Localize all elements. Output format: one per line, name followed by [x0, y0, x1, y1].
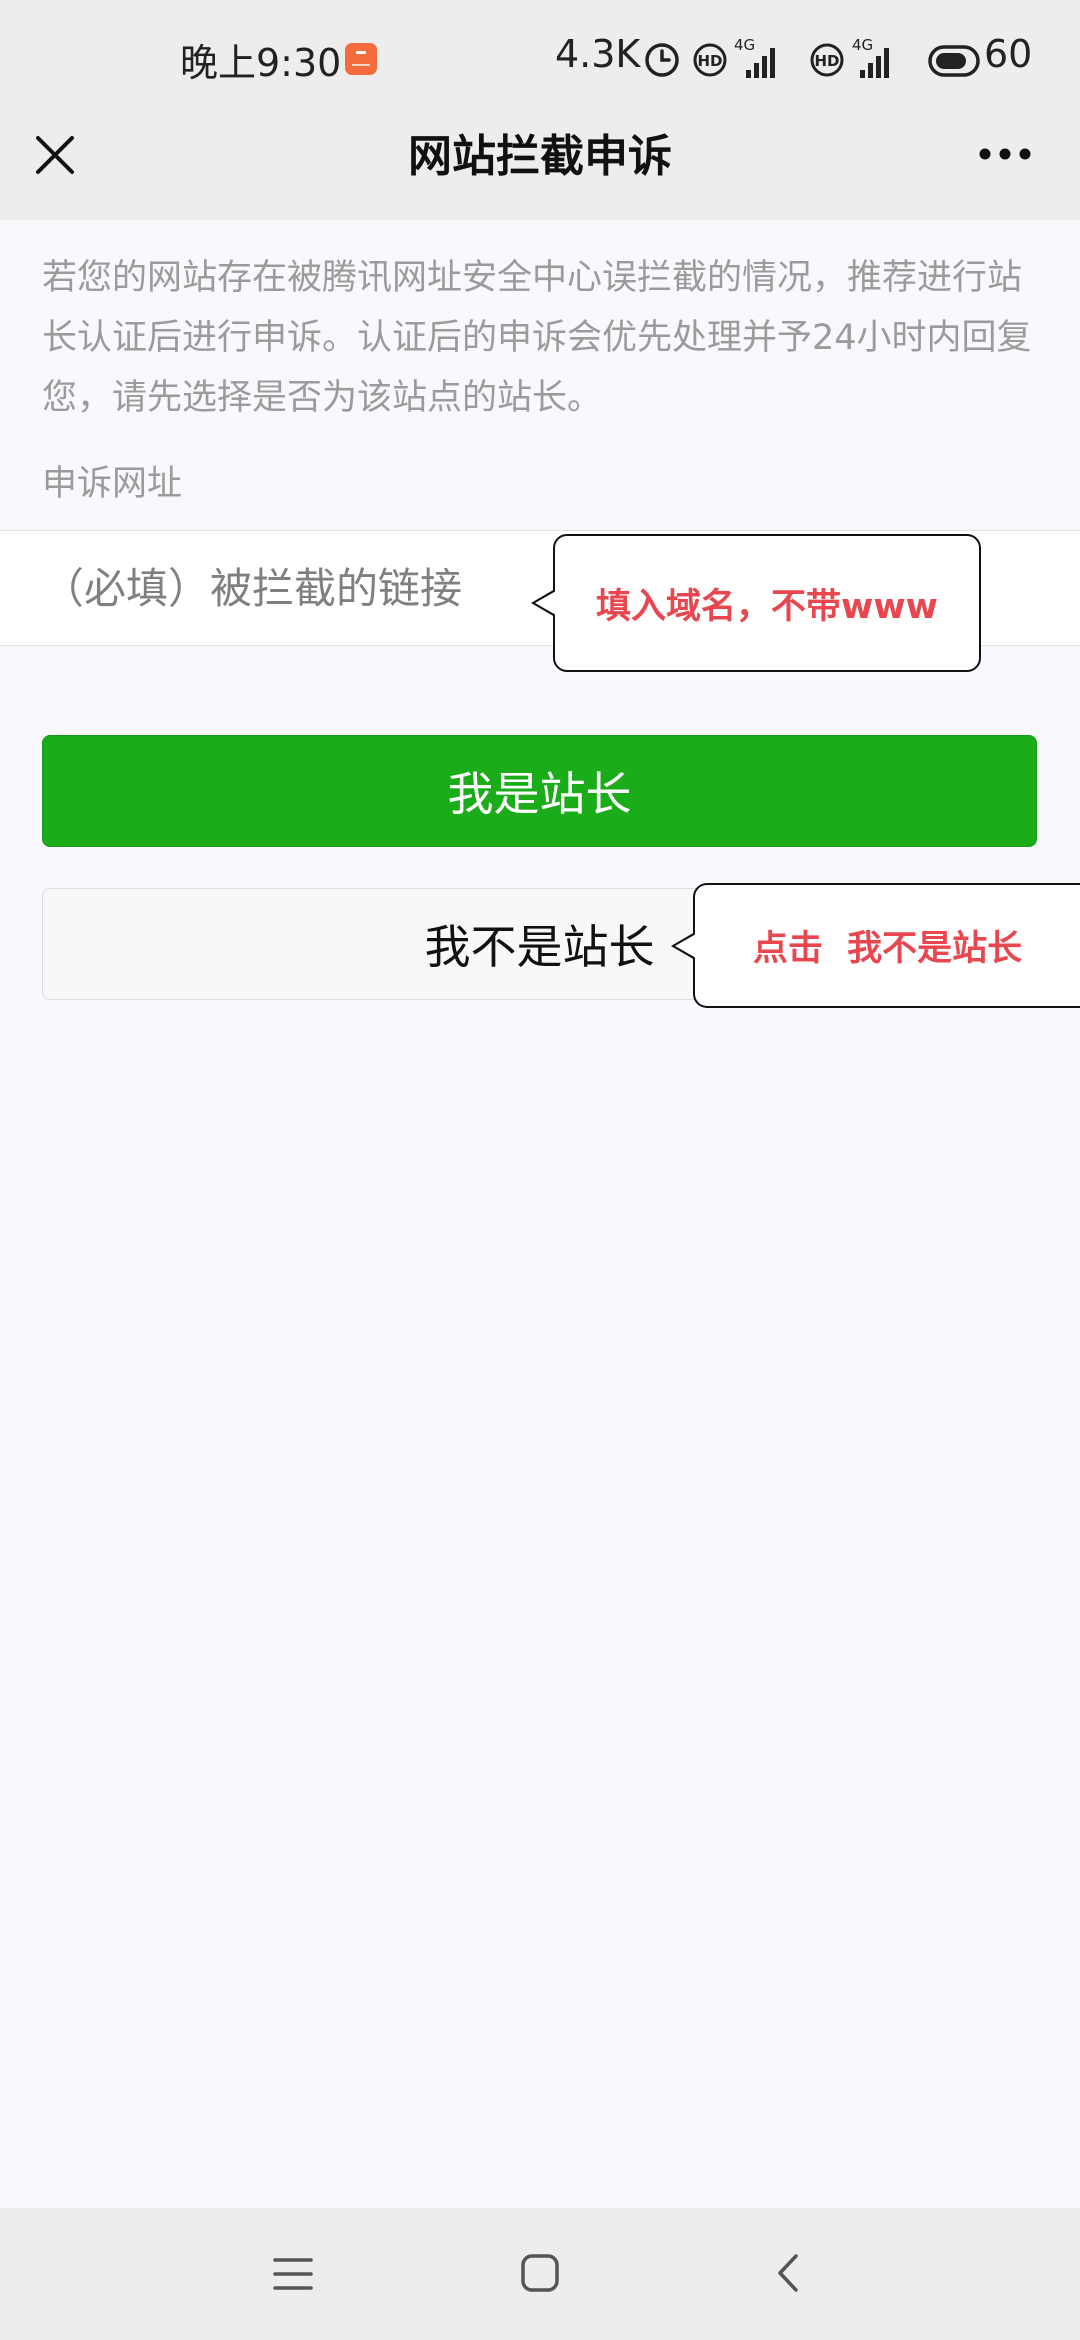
status-icons: HD 4G HD 4G: [645, 38, 980, 78]
hd-icon: HD: [810, 43, 844, 77]
domain-hint-callout: 填入域名，不带www: [531, 534, 981, 672]
back-icon[interactable]: [774, 2252, 804, 2294]
app-notification-icon: [345, 43, 377, 75]
signal-label: 4G: [852, 38, 873, 54]
battery-level: 60: [984, 32, 1033, 76]
alarm-icon: [645, 43, 679, 77]
signal-icon: 4G: [734, 38, 775, 78]
click-hint-callout: 点击 我不是站长: [671, 883, 1080, 1008]
signal-label: 4G: [734, 38, 755, 54]
svg-text:HD: HD: [697, 52, 722, 70]
click-hint-text: 点击 我不是站长: [752, 929, 1023, 969]
intro-text: 若您的网站存在被腾讯网址安全中心误拦截的情况，推荐进行站长认证后进行申诉。认证后…: [42, 258, 1032, 418]
blocked-url-input[interactable]: [42, 553, 542, 623]
svg-text:HD: HD: [814, 52, 839, 70]
hd-icon: HD: [693, 43, 727, 77]
i-am-webmaster-button[interactable]: 我是站长: [42, 735, 1037, 847]
network-speed: 4.3K: [555, 32, 641, 76]
menu-icon[interactable]: [272, 2254, 314, 2294]
not-webmaster-label: 我不是站长: [424, 920, 655, 974]
appeal-url-label: 申诉网址: [42, 464, 183, 504]
more-icon[interactable]: [978, 146, 1032, 162]
signal-icon: 4G: [852, 38, 889, 78]
status-time: 晚上9:30: [180, 41, 342, 85]
page-title: 网站拦截申诉: [408, 131, 672, 182]
domain-hint-text: 填入域名，不带www: [595, 586, 938, 627]
home-icon[interactable]: [520, 2253, 560, 2293]
battery-icon: [928, 45, 980, 77]
